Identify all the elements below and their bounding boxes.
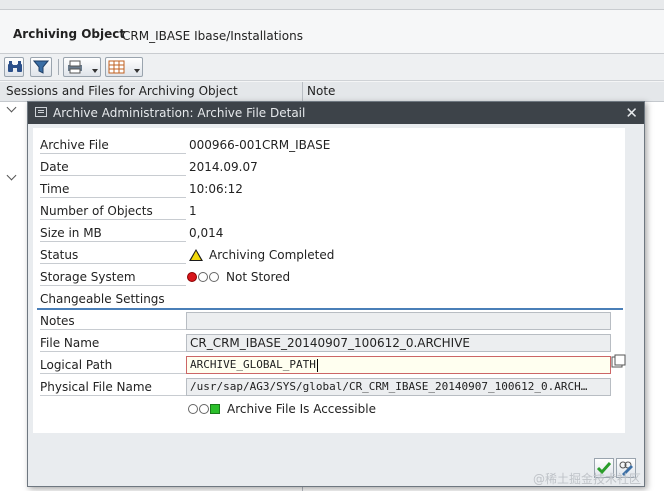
value-help-icon[interactable] — [611, 354, 627, 370]
binoculars-icon — [8, 61, 22, 72]
expand-chevron-icon[interactable] — [6, 170, 17, 181]
logical-path-field[interactable]: ARCHIVE_GLOBAL_PATH — [186, 356, 611, 374]
green-light-icon — [188, 401, 221, 419]
storage-text: Not Stored — [226, 270, 291, 284]
file-name-field[interactable]: CR_CRM_IBASE_20140907_100612_0.ARCHIVE — [186, 334, 611, 352]
physical-file-name-label: Physical File Name — [40, 378, 186, 396]
archiving-object-value: CRM_IBASE Ibase/Installations — [122, 29, 303, 43]
storage-system-value: Not Stored — [187, 268, 290, 286]
print-button[interactable] — [63, 57, 101, 77]
layout-button[interactable] — [105, 57, 143, 77]
status-label: Status — [40, 246, 186, 264]
print-icon — [68, 60, 82, 74]
logical-path-label: Logical Path — [40, 356, 186, 374]
warning-triangle-icon — [189, 249, 203, 261]
expand-chevron-icon[interactable] — [6, 102, 17, 113]
column-header: Sessions and Files for Archiving Object … — [0, 82, 664, 102]
archive-file-detail-dialog: Archive Administration: Archive File Det… — [27, 101, 645, 487]
object-header: Archiving Object CRM_IBASE Ibase/Install… — [0, 10, 664, 54]
number-of-objects-value: 1 — [189, 204, 197, 218]
column-sessions[interactable]: Sessions and Files for Archiving Object — [6, 84, 238, 98]
notes-field[interactable] — [186, 312, 611, 330]
filter-button[interactable] — [30, 57, 52, 77]
layout-dropdown-icon[interactable] — [134, 69, 140, 73]
print-dropdown-icon[interactable] — [92, 69, 98, 73]
window-icon — [35, 107, 47, 117]
status-text: Archiving Completed — [209, 248, 335, 262]
logical-path-text: ARCHIVE_GLOBAL_PATH — [190, 358, 316, 371]
status-value: Archiving Completed — [189, 246, 334, 264]
physical-file-name-field[interactable]: /usr/sap/AG3/SYS/global/CR_CRM_IBASE_201… — [186, 378, 611, 396]
file-name-label: File Name — [40, 334, 186, 352]
archiving-object-label: Archiving Object — [13, 27, 126, 41]
accessibility-text: Archive File Is Accessible — [227, 402, 376, 416]
toolbar — [0, 54, 664, 81]
layout-icon — [108, 60, 125, 74]
date-label: Date — [40, 158, 186, 176]
size-label: Size in MB — [40, 224, 186, 242]
close-icon[interactable]: ✕ — [625, 104, 638, 122]
column-note[interactable]: Note — [307, 84, 335, 98]
notes-label: Notes — [40, 312, 186, 330]
watermark: @稀土掘金技术社区 — [533, 472, 642, 486]
red-light-icon — [187, 269, 220, 287]
number-of-objects-label: Number of Objects — [40, 202, 186, 220]
accessibility-status: Archive File Is Accessible — [188, 400, 376, 418]
date-value: 2014.09.07 — [189, 160, 258, 174]
changeable-settings-header: Changeable Settings — [37, 292, 623, 310]
archive-file-label: Archive File — [40, 136, 186, 154]
dialog-title-bar[interactable]: Archive Administration: Archive File Det… — [28, 102, 644, 124]
text-cursor — [316, 358, 318, 372]
toolbar-separator — [58, 59, 59, 75]
detail-panel: Archive File 000966-001CRM_IBASE Date 20… — [33, 128, 625, 433]
dialog-title: Archive Administration: Archive File Det… — [53, 106, 306, 120]
section-title: Changeable Settings — [40, 292, 165, 306]
archive-file-value: 000966-001CRM_IBASE — [189, 138, 331, 152]
column-divider — [302, 82, 303, 101]
storage-system-label: Storage System — [40, 268, 186, 286]
size-value: 0,014 — [189, 226, 224, 240]
top-strip — [0, 0, 664, 10]
find-button[interactable] — [4, 57, 24, 77]
time-label: Time — [40, 180, 186, 198]
time-value: 10:06:12 — [189, 182, 243, 196]
filter-icon — [33, 60, 49, 74]
